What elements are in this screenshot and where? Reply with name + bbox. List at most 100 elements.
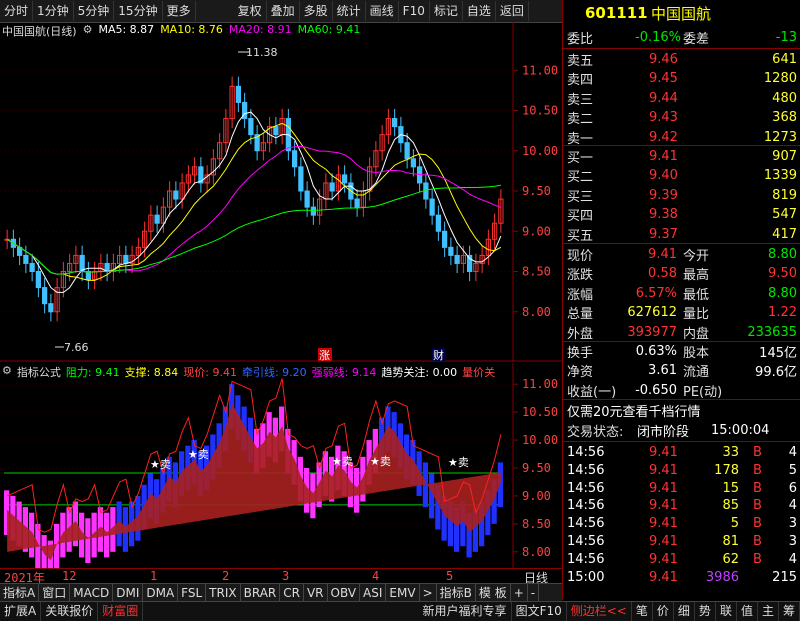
toolbar-right-item-6[interactable]: 标记 [430,1,463,21]
candle-body [392,118,398,128]
k-ytick-label: 9.50 [522,184,551,198]
kline-chart[interactable]: 11.38 7.66 涨 财 11.00 10.50 10.00 9.50 9.00 8.50 8… [0,22,562,362]
side-tab-4[interactable]: 价 [653,602,674,621]
high-annotation: 11.38 [246,46,278,59]
tick-price: 9.41 [649,534,678,549]
side-tab-5[interactable]: 细 [674,602,695,621]
indicator-tab-0[interactable]: 指标A [0,584,40,602]
side-tab-3[interactable]: 笔 [632,602,653,621]
tick-count: 3 [788,534,797,549]
stat-value: 1.22 [768,305,797,321]
toolbar-right-item-3[interactable]: 统计 [333,1,366,21]
indicator-tab-15[interactable]: 模 板 [476,584,511,602]
indicator-tab-3[interactable]: DMI [113,584,144,602]
settings-icon[interactable]: ⚙ [83,23,93,39]
bottom-tab-0[interactable]: 扩展A [0,602,42,621]
toolbar-item-4[interactable]: 更多 [163,1,196,21]
indicator-tab-13[interactable]: > [420,584,437,602]
stat-row: 现价 9.41 今开 8.80 [563,245,800,264]
indicator-tab-17[interactable]: - [528,584,540,602]
side-tab-9[interactable]: 主 [758,602,779,621]
tick-row: 15:00 9.41 3986 215 [563,568,800,587]
fin-row: 收益(一) -0.650 PE(动) [563,381,800,400]
bid-label: 买五 [567,228,594,244]
ask-row: 卖五 9.46 641 [563,50,800,69]
toolbar-right-item-1[interactable]: 叠加 [267,1,300,21]
toolbar-right-item-7[interactable]: 自选 [463,1,496,21]
toolbar-item-3[interactable]: 15分钟 [114,1,163,21]
i-ytick-label: 10.00 [522,433,558,447]
side-tab-0[interactable]: 新用户福利专享 [419,602,512,621]
side-tab-1[interactable]: 图文F10 [512,602,567,621]
candle-body [273,126,279,136]
tick-side: B [753,462,762,478]
side-tab-6[interactable]: 势 [695,602,716,621]
weicha-value: -13 [775,30,797,45]
k-ytick-label: 10.00 [522,144,558,158]
side-tab-7[interactable]: 联 [716,602,737,621]
trend-label: 趋势关注: 0.00 [381,366,458,379]
tick-side: B [753,498,762,514]
ask-row: 卖三 9.44 480 [563,89,800,108]
indicator-tab-7[interactable]: BRAR [241,584,281,602]
indicator-tab-4[interactable]: DMA [143,584,179,602]
indicator-chart[interactable]: ★卖 ★卖 ★卖 ★卖 ★卖 11.00 10.50 10.00 9.50 9.00 8.50 8.… [0,363,562,568]
indicator-tab-6[interactable]: TRIX [206,584,241,602]
toolbar-right-item-2[interactable]: 多股 [300,1,333,21]
stat-label: 量比 [683,307,710,323]
bottom-tab-1[interactable]: 关联报价 [41,602,99,621]
marker-zhang: 涨 [319,349,330,362]
side-tab-10[interactable]: 筹 [779,602,800,621]
time-axis: 2021年 12 1 2 3 4 5 日线 [0,568,562,585]
stat-value: 9.41 [648,247,677,262]
indicator-tab-16[interactable]: + [511,584,528,602]
tick-row: 14:56 9.41 178 B 5 [563,461,800,480]
stat-value: 8.80 [768,285,797,301]
tick-volume: 3986 [705,569,739,585]
bid-row: 买二 9.40 1339 [563,166,800,185]
promo-text[interactable]: 仅需20元查看千档行情 [567,401,701,420]
toolbar-item-2[interactable]: 5分钟 [74,1,115,21]
toolbar-right-item-4[interactable]: 画线 [366,1,399,21]
bid-volume: 907 [772,149,797,164]
toolbar-right-item-0[interactable]: 复权 [234,1,267,21]
tick-volume: 81 [722,534,739,549]
tick-count: 4 [788,498,797,514]
side-tab-8[interactable]: 值 [737,602,758,621]
toolbar-item-1[interactable]: 1分钟 [33,1,74,21]
weibi-label: 委比 [567,32,594,47]
indicator-tab-11[interactable]: ASI [360,584,387,602]
indicator-tab-10[interactable]: OBV [328,584,361,602]
time-label: 4 [372,569,380,583]
tick-price: 9.41 [649,445,678,460]
ask-price: 9.42 [649,129,678,145]
indicator-tab-2[interactable]: MACD [70,584,114,602]
candle-body [35,271,41,289]
toolbar-right-item-8[interactable]: 返回 [496,1,529,21]
indicator-tab-5[interactable]: FSL [178,584,207,602]
fin-value: 3.61 [648,363,677,379]
sell-marker: ★卖 [370,455,391,468]
stat-value: 9.50 [768,266,797,282]
tick-volume: 178 [714,462,739,478]
bid-label: 买二 [567,170,594,186]
side-tab-2[interactable]: 侧边栏<< [567,602,632,621]
indicator-tab-8[interactable]: CR [280,584,304,602]
indicator-tab-14[interactable]: 指标B [437,584,476,602]
candle-body [329,182,335,192]
toolbar-item-0[interactable]: 分时 [0,1,34,21]
status-row: 交易状态: 闭市阶段 15:00:04 [563,421,800,440]
stat-value: 0.58 [648,266,677,282]
promo-row[interactable]: 仅需20元查看千档行情 [563,401,800,420]
ask-label: 卖三 [567,92,594,108]
indicator-tab-9[interactable]: VR [304,584,328,602]
stock-period-title: 中国国航(日线) [2,25,77,38]
tick-count: 4 [788,551,797,567]
toolbar-right-item-5[interactable]: F10 [399,1,430,21]
collapse-icon[interactable]: ⚙ [2,364,12,380]
i-ytick-label: 8.00 [522,545,551,559]
indicator-tab-12[interactable]: EMV [386,584,420,602]
bottom-tab-2[interactable]: 财富圈 [98,602,144,621]
indicator-tab-1[interactable]: 窗口 [39,584,71,602]
fin-label: 净资 [567,365,594,381]
